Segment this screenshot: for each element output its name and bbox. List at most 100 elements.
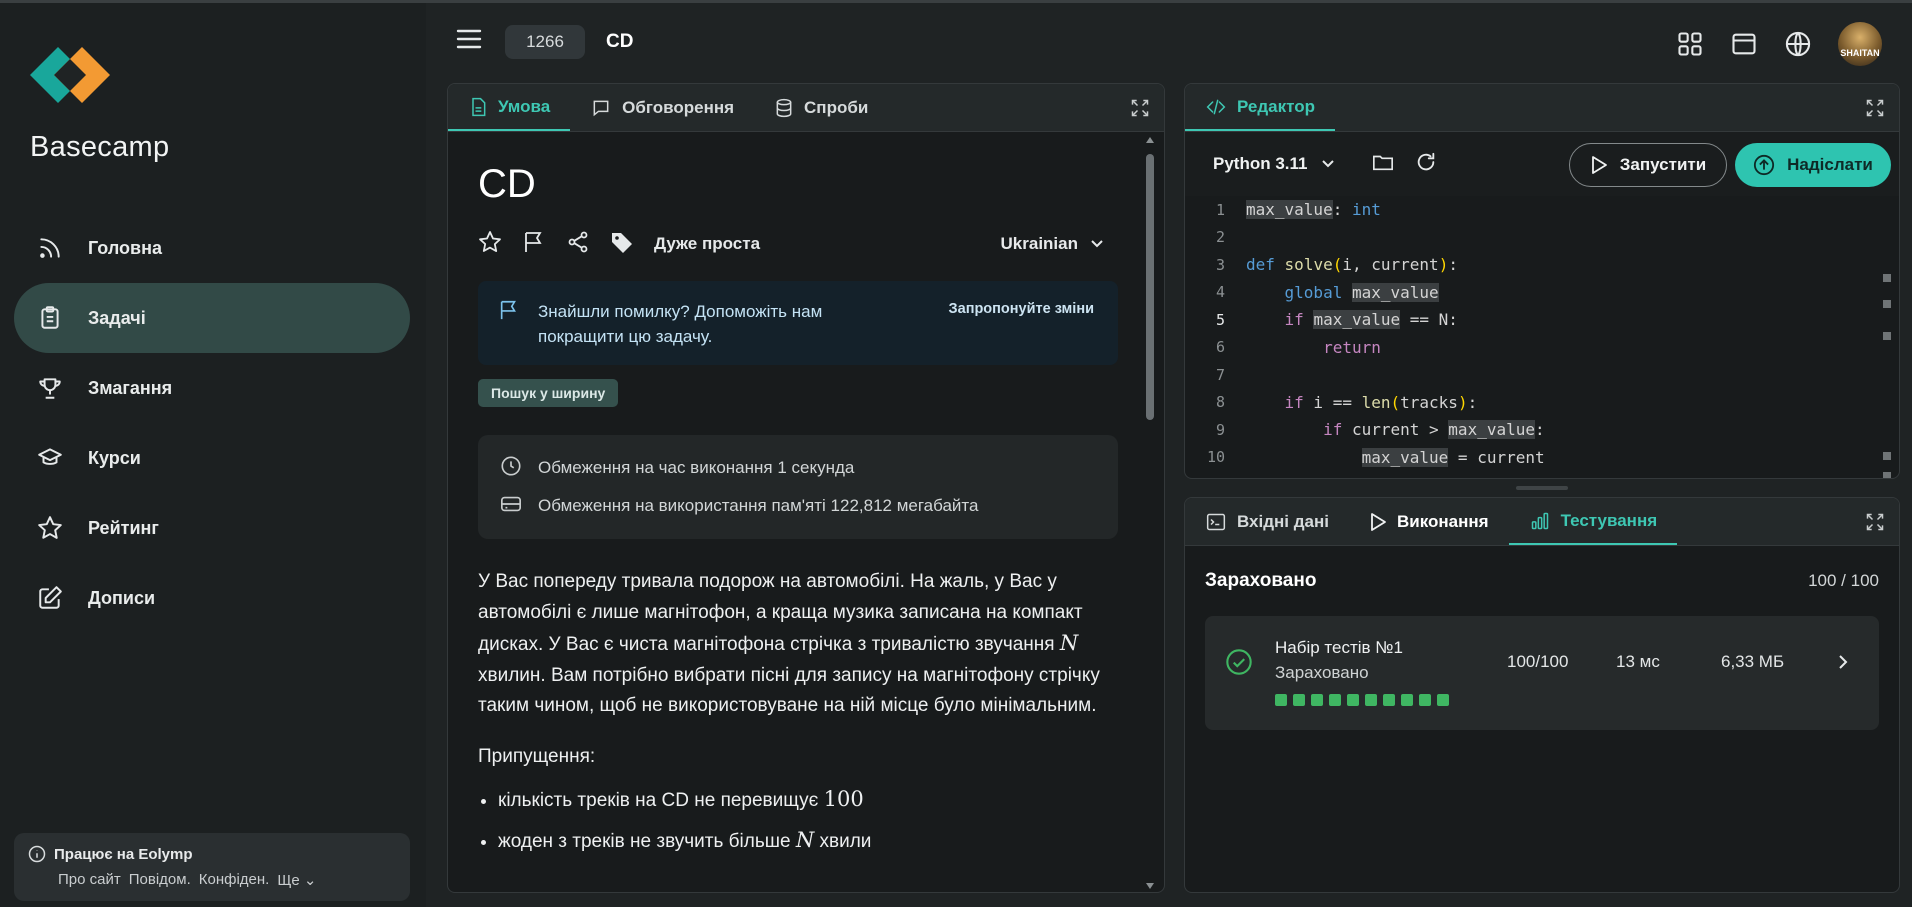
tab-input[interactable]: Вхідні дані [1185, 498, 1349, 545]
flag-icon [498, 299, 520, 326]
submit-button[interactable]: Надіслати [1735, 143, 1891, 187]
test-case-pass-indicator [1401, 694, 1413, 706]
chevron-down-icon [1090, 234, 1104, 254]
tag-icon [610, 230, 634, 259]
topic-tag[interactable]: Пошук у ширину [478, 379, 619, 407]
test-case-pass-indicator [1329, 694, 1341, 706]
test-case-pass-indicator [1347, 694, 1359, 706]
nav-item-problems[interactable]: Задачі [14, 283, 410, 353]
info-icon [28, 845, 46, 863]
problem-id-badge: 1266 [505, 25, 585, 59]
chat-bubble-icon [593, 100, 609, 116]
nav-label: Головна [88, 237, 162, 258]
total-score: 100 / 100 [1808, 571, 1879, 590]
test-results: Зараховано 100 / 100 Набір тестів №1 Зар… [1185, 546, 1899, 730]
footer-link-privacy[interactable]: Конфіден. [199, 871, 270, 889]
nav-item-courses[interactable]: Курси [14, 423, 410, 493]
editor-tabs: Редактор [1185, 84, 1899, 132]
code-line: 4 global max_value [1215, 282, 1439, 302]
nav-label: Змагання [88, 377, 173, 398]
test-suite-row[interactable]: Набір тестів №1 Зараховано 100/100 13 мс… [1205, 616, 1879, 730]
code-icon [1206, 99, 1226, 114]
tab-attempts[interactable]: Спроби [754, 84, 888, 131]
chevron-down-icon [1321, 154, 1335, 174]
suite-time: 13 мс [1616, 652, 1660, 671]
globe-icon[interactable] [1784, 30, 1812, 58]
rss-icon [36, 234, 64, 262]
upload-icon [1754, 154, 1775, 176]
nav-label: Курси [88, 447, 141, 468]
limits-box: Обмеження на час виконання 1 секунда Обм… [478, 435, 1118, 539]
nav-label: Задачі [88, 307, 146, 328]
refresh-icon[interactable] [1415, 151, 1437, 178]
footer-link-about[interactable]: Про сайт [58, 871, 121, 889]
time-limit: Обмеження на час виконання 1 секунда [538, 458, 855, 477]
nav-label: Рейтинг [88, 517, 159, 538]
editor-toolbar: Python 3.11 Запустити Надіслати [1185, 132, 1899, 196]
assumptions-list: кількість треків на CD не перевищує 100 … [498, 784, 1118, 857]
hamburger-menu-icon[interactable] [456, 28, 484, 52]
suggest-changes-link[interactable]: Запропонуйте зміни [949, 301, 1094, 317]
tab-discussion[interactable]: Обговорення [570, 84, 754, 131]
suite-score: 100/100 [1507, 652, 1569, 671]
play-icon [1371, 512, 1386, 531]
code-line: 5 if max_value == N: [1215, 310, 1458, 330]
expand-icon[interactable] [1865, 98, 1885, 118]
tab-testing[interactable]: Тестування [1508, 498, 1678, 545]
assumptions-title: Припущення: [478, 745, 596, 767]
scrollbar[interactable] [1144, 136, 1156, 890]
expand-icon[interactable] [1130, 98, 1150, 118]
apps-grid-icon[interactable] [1676, 30, 1704, 58]
flag-icon[interactable] [522, 230, 546, 259]
main-nav: Головна Задачі Змагання Курси Рейтинг До… [14, 213, 410, 633]
star-icon [36, 514, 64, 542]
test-tabs: Вхідні дані Виконання Тестування [1185, 498, 1899, 546]
test-case-indicators [1275, 694, 1449, 706]
nav-item-rating[interactable]: Рейтинг [14, 493, 410, 563]
test-case-pass-indicator [1293, 694, 1305, 706]
database-icon [776, 98, 792, 117]
brand-name[interactable]: Basecamp [30, 131, 169, 164]
nav-item-contests[interactable]: Змагання [14, 353, 410, 423]
list-item: жоден з треків не звучить більше N хвили [498, 825, 1118, 858]
suite-memory: 6,33 МБ [1721, 652, 1785, 671]
problem-tabs: Умова Обговорення Спроби [448, 84, 1164, 132]
share-icon[interactable] [566, 230, 590, 259]
suite-name: Набір тестів №1 [1275, 638, 1403, 657]
code-editor[interactable]: 1 max_value: int 2 3 def solve(i, current)… [1185, 196, 1885, 478]
problem-title-top: CD [606, 31, 634, 52]
folder-icon[interactable] [1371, 151, 1395, 178]
nav-label: Дописи [88, 587, 156, 608]
footer-link-more[interactable]: Ще ⌄ [277, 871, 316, 889]
play-icon [1591, 156, 1607, 174]
panel-resize-handle[interactable] [1516, 486, 1568, 490]
nav-item-posts[interactable]: Дописи [14, 563, 410, 633]
code-line: 2 [1215, 228, 1225, 247]
star-icon[interactable] [478, 230, 502, 259]
tab-statement[interactable]: Умова [448, 84, 571, 131]
footer-link-report[interactable]: Повідом. [129, 871, 191, 889]
chevron-down-icon: ⌄ [303, 872, 317, 889]
window-icon[interactable] [1730, 30, 1758, 58]
problem-panel: Умова Обговорення Спроби CD Дуже проста … [447, 83, 1165, 893]
tab-execution[interactable]: Виконання [1349, 498, 1509, 545]
language-select[interactable]: Ukrainian [1001, 234, 1104, 254]
chevron-right-icon[interactable] [1837, 654, 1849, 675]
scrollbar-thumb[interactable] [1146, 154, 1154, 420]
problem-tools: Дуже проста Ukrainian [478, 229, 1118, 259]
user-avatar[interactable]: SHAITAN [1838, 22, 1882, 66]
test-case-pass-indicator [1437, 694, 1449, 706]
footer-title: Працює на Eolymp [28, 845, 396, 863]
memory-limit: Обмеження на використання пам'яті 122,81… [538, 496, 979, 515]
editor-panel: Редактор Python 3.11 Запустити Надіслати [1184, 83, 1900, 479]
tab-editor[interactable]: Редактор [1185, 84, 1335, 131]
nav-item-home[interactable]: Головна [14, 213, 410, 283]
terminal-icon [1206, 513, 1226, 530]
language-select[interactable]: Python 3.11 [1213, 154, 1335, 174]
document-icon [472, 97, 486, 116]
expand-icon[interactable] [1865, 512, 1885, 532]
run-button[interactable]: Запустити [1569, 143, 1727, 187]
problem-content: CD Дуже проста Ukrainian Знайшли помилку… [448, 132, 1148, 892]
logo-icon[interactable] [28, 45, 112, 105]
problem-title: CD [478, 162, 536, 206]
